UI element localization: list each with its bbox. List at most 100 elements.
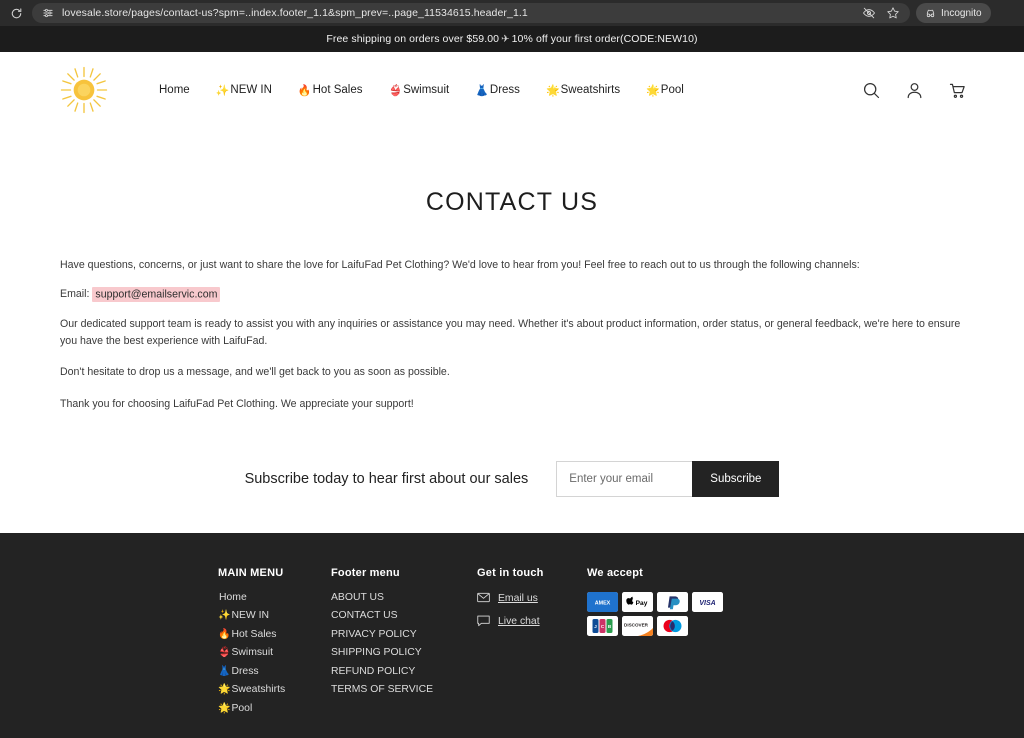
site-footer: MAIN MENU Home ✨ NEW IN 🔥 Hot Sales 👙 Swims… — [0, 532, 1024, 738]
footer-link-shipping-policy[interactable]: SHIPPING POLICY — [331, 647, 477, 658]
svg-text:Pay: Pay — [636, 600, 648, 607]
footer-we-accept: We accept AMEX Pay VISA J C B DISCOVER — [587, 567, 723, 722]
eye-slash-icon[interactable] — [862, 6, 876, 20]
list-item: 🌟 Pool — [218, 703, 331, 714]
header-action-icons — [861, 80, 968, 101]
thanks-paragraph: Thank you for choosing LaifuFad Pet Clot… — [60, 397, 414, 410]
footer-link-privacy-policy[interactable]: PRIVACY POLICY — [331, 629, 477, 640]
list-item: 👗 Dress — [218, 666, 331, 677]
footer-main-menu: MAIN MENU Home ✨ NEW IN 🔥 Hot Sales 👙 Swims… — [218, 567, 331, 722]
payment-methods: AMEX Pay VISA J C B DISCOVER — [587, 591, 723, 636]
nav-dress[interactable]: 👗 Dress — [475, 84, 520, 97]
svg-text:AMEX: AMEX — [595, 600, 611, 606]
message-paragraph: Don't hesitate to drop us a message, and… — [60, 366, 450, 379]
footer-link-home[interactable]: Home — [218, 592, 331, 603]
nav-hot-sales-label: Hot Sales — [312, 84, 363, 96]
email-label: Email: — [60, 288, 90, 301]
footer-link-refund-policy[interactable]: REFUND POLICY — [331, 666, 477, 677]
footer-link-dress[interactable]: 👗 Dress — [218, 666, 331, 677]
page-title: CONTACT US — [425, 188, 599, 216]
nav-sweatshirts[interactable]: 🌟 Sweatshirts — [546, 84, 620, 97]
nav-swimsuit-label: Swimsuit — [403, 84, 450, 96]
footer-dress-label: Dress — [231, 665, 259, 677]
incognito-indicator[interactable]: Incognito — [916, 3, 991, 23]
intro-paragraph: Have questions, concerns, or just want t… — [60, 259, 860, 271]
footer-link-swimsuit[interactable]: 👙 Swimsuit — [218, 647, 331, 658]
nav-new-in[interactable]: ✨ NEW IN — [216, 84, 272, 97]
footer-sweatshirts-label: Sweatshirts — [231, 684, 286, 696]
airplane-icon: ✈ — [501, 33, 510, 45]
page-settings-icon[interactable] — [42, 7, 54, 19]
subscribe-button[interactable]: Subscribe — [692, 460, 780, 497]
nav-dress-label: Dress — [489, 84, 520, 96]
star-bookmark-icon[interactable] — [886, 6, 900, 20]
newsletter-title: Subscribe today to hear first about our … — [244, 470, 529, 487]
nav-home[interactable]: Home — [158, 84, 190, 96]
incognito-hat-icon — [925, 8, 936, 19]
we-accept-title: We accept — [587, 566, 644, 579]
nav-hot-sales[interactable]: 🔥 Hot Sales — [298, 84, 363, 97]
nav-pool[interactable]: 🌟 Pool — [646, 84, 684, 97]
chat-bubble-icon — [477, 615, 490, 628]
footer-link-hot-sales[interactable]: 🔥 Hot Sales — [218, 629, 331, 640]
svg-text:DISCOVER: DISCOVER — [624, 622, 649, 627]
account-icon[interactable] — [904, 80, 925, 101]
footer-link-contact-us[interactable]: CONTACT US — [331, 610, 477, 621]
email-address[interactable]: support@emailservic.com — [92, 286, 221, 302]
newsletter-section: Subscribe today to hear first about our … — [60, 460, 964, 497]
url-text: lovesale.store/pages/contact-us?spm=..in… — [62, 7, 528, 19]
list-item: TERMS OF SERVICE — [331, 684, 477, 695]
star-icon: 🌟 — [545, 84, 560, 97]
footer-new-in-label: NEW IN — [231, 610, 269, 622]
sun-logo[interactable] — [56, 62, 112, 118]
announcement-bar: Free shipping on orders over $59.00 ✈ 10… — [0, 26, 1024, 52]
star-icon: 🌟 — [218, 684, 231, 696]
address-bar[interactable]: lovesale.store/pages/contact-us?spm=..in… — [32, 3, 910, 23]
reload-icon[interactable] — [6, 3, 26, 23]
footer-link-sweatshirts[interactable]: 🌟 Sweatshirts — [218, 684, 331, 695]
list-item: ABOUT US — [331, 592, 477, 603]
site-header: Home ✨ NEW IN 🔥 Hot Sales 👙 Swimsuit 👗 D… — [0, 52, 1024, 128]
footer-pool-label: Pool — [231, 702, 253, 714]
dress-icon: 👗 — [218, 665, 231, 677]
discover-icon: DISCOVER — [622, 615, 653, 636]
support-paragraph: Our dedicated support team is ready to a… — [60, 318, 961, 348]
fire-icon: 🔥 — [297, 84, 312, 97]
footer-link-new-in[interactable]: ✨ NEW IN — [218, 610, 331, 621]
svg-text:J: J — [594, 624, 597, 629]
search-icon[interactable] — [861, 80, 882, 101]
cart-icon[interactable] — [947, 80, 968, 101]
footer-link-terms-of-service[interactable]: TERMS OF SERVICE — [331, 684, 477, 695]
envelope-icon — [477, 592, 490, 605]
list-item: 🌟 Sweatshirts — [218, 684, 331, 695]
nav-pool-label: Pool — [660, 84, 684, 96]
newsletter-email-input[interactable] — [556, 460, 693, 497]
newsletter-form: Subscribe — [556, 460, 780, 497]
mastercard-icon — [657, 615, 688, 636]
visa-icon: VISA — [692, 591, 723, 612]
footer-columns: MAIN MENU Home ✨ NEW IN 🔥 Hot Sales 👙 Swims… — [60, 567, 964, 722]
footer-swimsuit-label: Swimsuit — [231, 647, 274, 659]
bikini-icon: 👙 — [218, 647, 231, 659]
sparkles-icon: ✨ — [215, 84, 230, 97]
live-chat-link[interactable]: Live chat — [477, 615, 587, 628]
sparkles-icon: ✨ — [218, 610, 231, 622]
footer-home-label: Home — [219, 591, 247, 603]
contact-body: Have questions, concerns, or just want t… — [60, 257, 964, 413]
get-in-touch-title: Get in touch — [477, 566, 544, 579]
list-item: 🔥 Hot Sales — [218, 629, 331, 640]
nav-new-in-label: NEW IN — [230, 84, 272, 96]
apple-pay-icon: Pay — [622, 591, 653, 612]
nav-swimsuit[interactable]: 👙 Swimsuit — [388, 84, 449, 97]
list-item: CONTACT US — [331, 610, 477, 621]
list-item: 👙 Swimsuit — [218, 647, 331, 658]
footer-link-pool[interactable]: 🌟 Pool — [218, 703, 331, 714]
email-us-link[interactable]: Email us — [477, 592, 587, 605]
footer-link-about-us[interactable]: ABOUT US — [331, 592, 477, 603]
email-us-label: Email us — [498, 592, 538, 604]
jcb-icon: J C B — [587, 615, 618, 636]
footer-hot-sales-label: Hot Sales — [231, 628, 277, 640]
main-navigation: Home ✨ NEW IN 🔥 Hot Sales 👙 Swimsuit 👗 D… — [158, 84, 684, 97]
nav-home-label: Home — [159, 84, 190, 96]
footer-menu: Footer menu ABOUT US CONTACT US PRIVACY … — [331, 567, 477, 722]
